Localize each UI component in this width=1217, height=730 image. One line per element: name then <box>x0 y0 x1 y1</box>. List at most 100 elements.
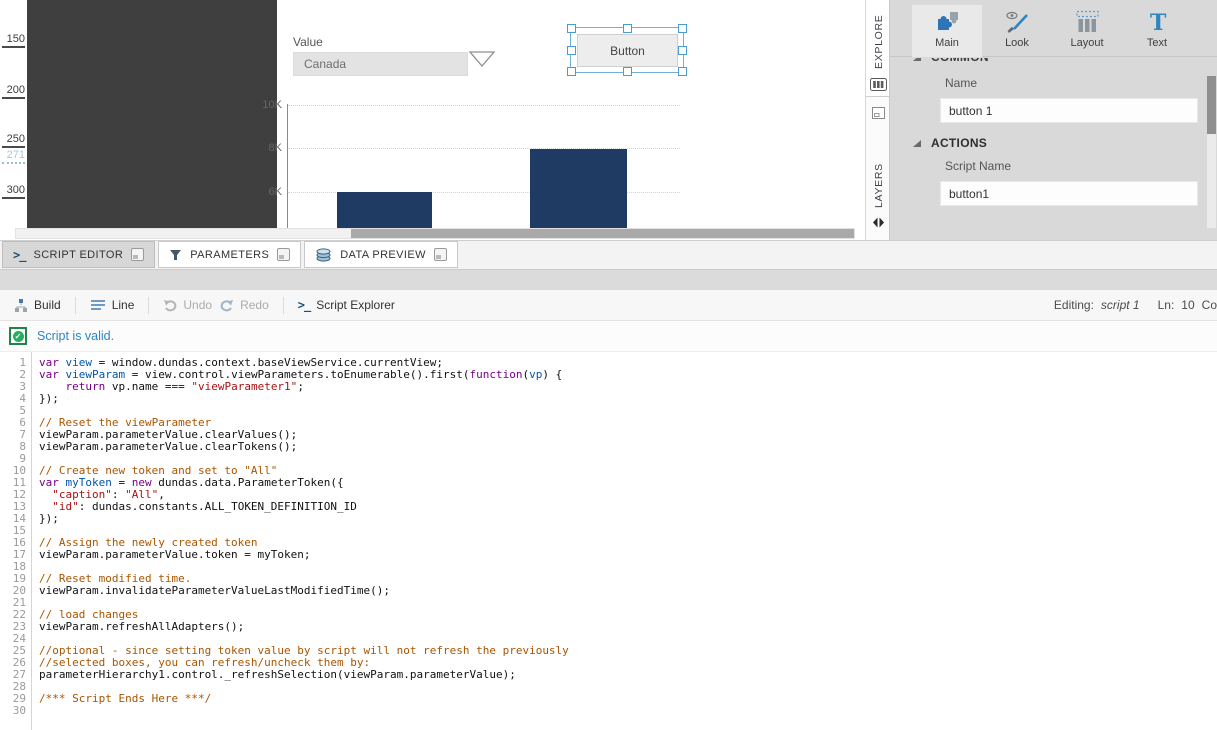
parameter-dropdown[interactable]: Canada <box>293 52 468 76</box>
code-lines: 1var view = window.dundas.context.baseVi… <box>0 357 1217 717</box>
script-name-label: Script Name <box>945 159 1217 173</box>
section-label: ACTIONS <box>931 136 987 150</box>
y-axis-tick: 10K <box>248 99 282 111</box>
name-field[interactable] <box>940 98 1198 123</box>
build-icon <box>14 298 28 312</box>
tab-look[interactable]: Look <box>982 5 1052 57</box>
text-icon: T <box>1144 10 1171 34</box>
bar-0 <box>337 192 432 228</box>
button-label: Undo <box>183 298 212 312</box>
line-number: 30 <box>0 705 35 717</box>
y-axis-line <box>287 104 288 228</box>
parameter-label: Value <box>293 35 323 49</box>
metric-bars-icon[interactable] <box>870 78 887 91</box>
code-editor[interactable]: 1var view = window.dundas.context.baseVi… <box>0 352 1217 730</box>
script-validity-row: ✓ Script is valid. <box>0 321 1217 352</box>
code-line: 13 "id": dundas.constants.ALL_TOKEN_DEFI… <box>0 501 1217 513</box>
tab-text[interactable]: T Text <box>1122 5 1192 57</box>
dropdown-arrow-icon[interactable] <box>468 50 496 68</box>
redo-button[interactable]: Redo <box>216 298 273 312</box>
collapse-panel-icon[interactable] <box>872 217 885 228</box>
puzzle-icon <box>934 10 961 34</box>
tab-script-editor[interactable]: >_ SCRIPT EDITOR <box>2 241 155 268</box>
expand-triangle-icon <box>912 58 922 62</box>
script-name-field[interactable] <box>940 181 1198 206</box>
code-line: 20viewParam.invalidateParameterValueLast… <box>0 585 1217 597</box>
gutter-divider <box>31 352 32 730</box>
code-line: 11var myToken = new dundas.data.Paramete… <box>0 477 1217 489</box>
dark-chart-widget[interactable] <box>27 0 277 228</box>
column-label: Col: <box>1202 298 1217 312</box>
line-number: 3 <box>0 381 35 393</box>
expand-triangle-icon <box>912 138 922 148</box>
script-explorer-button[interactable]: >_ Script Explorer <box>294 298 399 312</box>
button-label: Redo <box>240 298 269 312</box>
bar-1 <box>530 149 627 229</box>
tab-main[interactable]: Main <box>912 5 982 57</box>
validity-message: Script is valid. <box>37 329 114 343</box>
redo-icon <box>220 299 234 312</box>
button-widget[interactable]: Button <box>577 34 678 67</box>
undo-button[interactable]: Undo <box>159 298 216 312</box>
line-number: 4 <box>0 393 35 405</box>
selection-handle[interactable] <box>623 67 632 76</box>
popout-icon[interactable] <box>434 248 447 261</box>
selection-handle[interactable] <box>623 24 632 33</box>
popout-icon[interactable] <box>131 248 144 261</box>
editor-spacer-band <box>0 269 1217 290</box>
selection-handle[interactable] <box>678 46 687 55</box>
line-number: 1 <box>0 357 35 369</box>
dashboard-canvas[interactable]: 150 200 250 271 300 Value Canada Button … <box>0 0 865 240</box>
horizontal-scrollbar-thumb[interactable] <box>351 229 854 238</box>
line-number: 5 <box>0 405 35 417</box>
tab-layers[interactable]: LAYERS <box>873 163 885 208</box>
build-button[interactable]: Build <box>10 298 65 312</box>
section-common-clipped[interactable]: COMMON <box>912 58 1217 67</box>
button-label: Script Explorer <box>316 298 395 312</box>
code-line: 30 <box>0 705 1217 717</box>
selection-handle[interactable] <box>678 24 687 33</box>
parameter-selected-value: Canada <box>304 57 346 71</box>
tab-explore[interactable]: EXPLORE <box>873 14 885 69</box>
code-line: 27parameterHierarchy1.control._refreshSe… <box>0 669 1217 681</box>
vertical-scrollbar-thumb[interactable] <box>1207 76 1216 134</box>
y-axis-tick: 8K <box>248 142 282 154</box>
tab-label: Text <box>1147 37 1167 49</box>
selection-handle[interactable] <box>567 67 576 76</box>
selection-handle[interactable] <box>678 67 687 76</box>
popout-icon[interactable] <box>277 248 290 261</box>
selection-handle[interactable] <box>567 46 576 55</box>
vertical-scrollbar[interactable] <box>1207 76 1216 228</box>
line-number: 6 <box>0 417 35 429</box>
editing-status: Editing: script 1 Ln: 10 Col: <box>1054 298 1217 312</box>
tab-parameters[interactable]: PARAMETERS <box>158 241 301 268</box>
brush-icon <box>1004 10 1031 34</box>
horizontal-scrollbar[interactable] <box>15 228 855 239</box>
line-number: 7 <box>0 429 35 441</box>
editing-target: script 1 <box>1101 298 1140 312</box>
button-label: Build <box>34 298 61 312</box>
tab-label: SCRIPT EDITOR <box>33 249 123 261</box>
data-preview-icon <box>315 248 332 262</box>
undo-icon <box>163 299 177 312</box>
tab-label: PARAMETERS <box>190 249 269 261</box>
tab-data-preview[interactable]: DATA PREVIEW <box>304 241 458 268</box>
selection-handle[interactable] <box>567 24 576 33</box>
line-value: 10 <box>1181 298 1194 312</box>
tab-layout[interactable]: Layout <box>1052 5 1122 57</box>
line-number: 2 <box>0 369 35 381</box>
tab-label: DATA PREVIEW <box>340 249 426 261</box>
tab-label: Layout <box>1070 37 1103 49</box>
columns-icon <box>1074 10 1101 34</box>
window-icon[interactable] <box>872 107 885 119</box>
svg-text:T: T <box>1150 10 1167 34</box>
line-button[interactable]: Line <box>86 298 139 312</box>
name-label: Name <box>945 76 1217 90</box>
script-prompt-icon: >_ <box>13 248 25 262</box>
ruler-tick: 150 <box>2 33 25 48</box>
code-line: 8viewParam.parameterValue.clearTokens(); <box>0 441 1217 453</box>
section-actions[interactable]: ACTIONS <box>912 136 1217 150</box>
code-line: 23viewParam.refreshAllAdapters(); <box>0 621 1217 633</box>
y-axis-tick: 6K <box>248 186 282 198</box>
code-line: 17viewParam.parameterValue.token = myTok… <box>0 549 1217 561</box>
